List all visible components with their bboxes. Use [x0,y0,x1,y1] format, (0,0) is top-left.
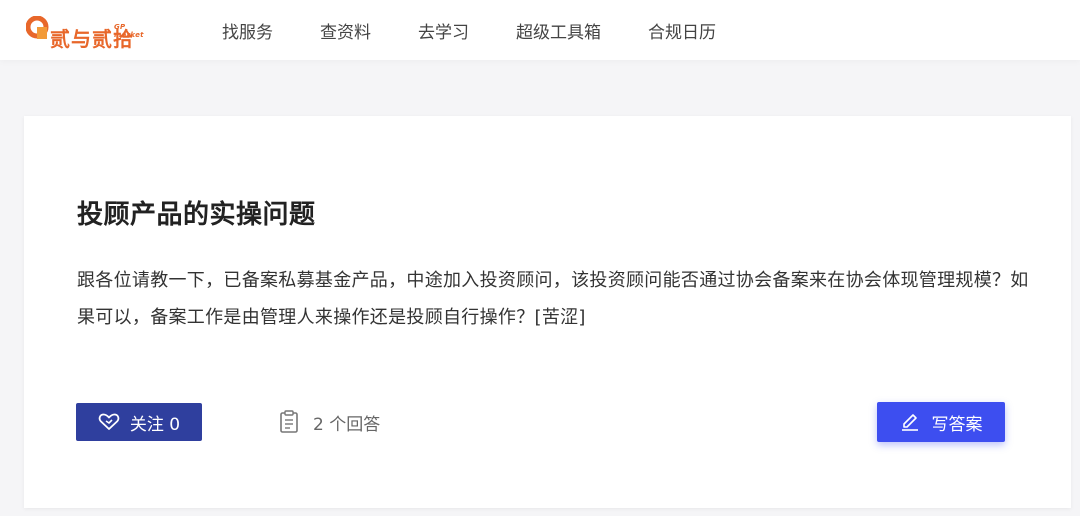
pencil-icon [901,414,918,431]
question-card: 投顾产品的实操问题 跟各位请教一下，已备案私募基金产品，中途加入投资顾问，该投资… [24,116,1071,508]
question-title: 投顾产品的实操问题 [77,200,316,230]
nav-item-toolbox[interactable]: 超级工具箱 [516,18,601,43]
write-answer-label: 写答案 [931,414,983,435]
follow-button[interactable]: 关注 0 [76,403,202,441]
nav-item-search-docs[interactable]: 查资料 [320,18,371,43]
main-nav: 找服务 查资料 去学习 超级工具箱 合规日历 [222,0,763,60]
question-body: 跟各位请教一下，已备案私募基金产品，中途加入投资顾问，该投资顾问能否通过协会备案… [77,270,1029,328]
clipboard-icon [280,410,298,433]
site-logo[interactable]: 贰与贰拾 GP market [26,12,144,50]
top-navigation-bar: 贰与贰拾 GP market 找服务 查资料 去学习 超级工具箱 合规日历 [0,0,1080,60]
follow-label: 关注 0 [129,414,181,435]
nav-item-compliance-calendar[interactable]: 合规日历 [648,18,716,43]
nav-item-find-service[interactable]: 找服务 [222,18,273,43]
write-answer-button[interactable]: 写答案 [877,402,1005,442]
logo-subtext: GP market [114,23,144,39]
answer-count-label: 2 个回答 [313,414,381,435]
heart-outline-icon [98,413,120,430]
answer-count[interactable]: 2 个回答 [279,407,380,437]
logo-mark-icon [26,16,49,39]
nav-item-learn[interactable]: 去学习 [418,18,469,43]
